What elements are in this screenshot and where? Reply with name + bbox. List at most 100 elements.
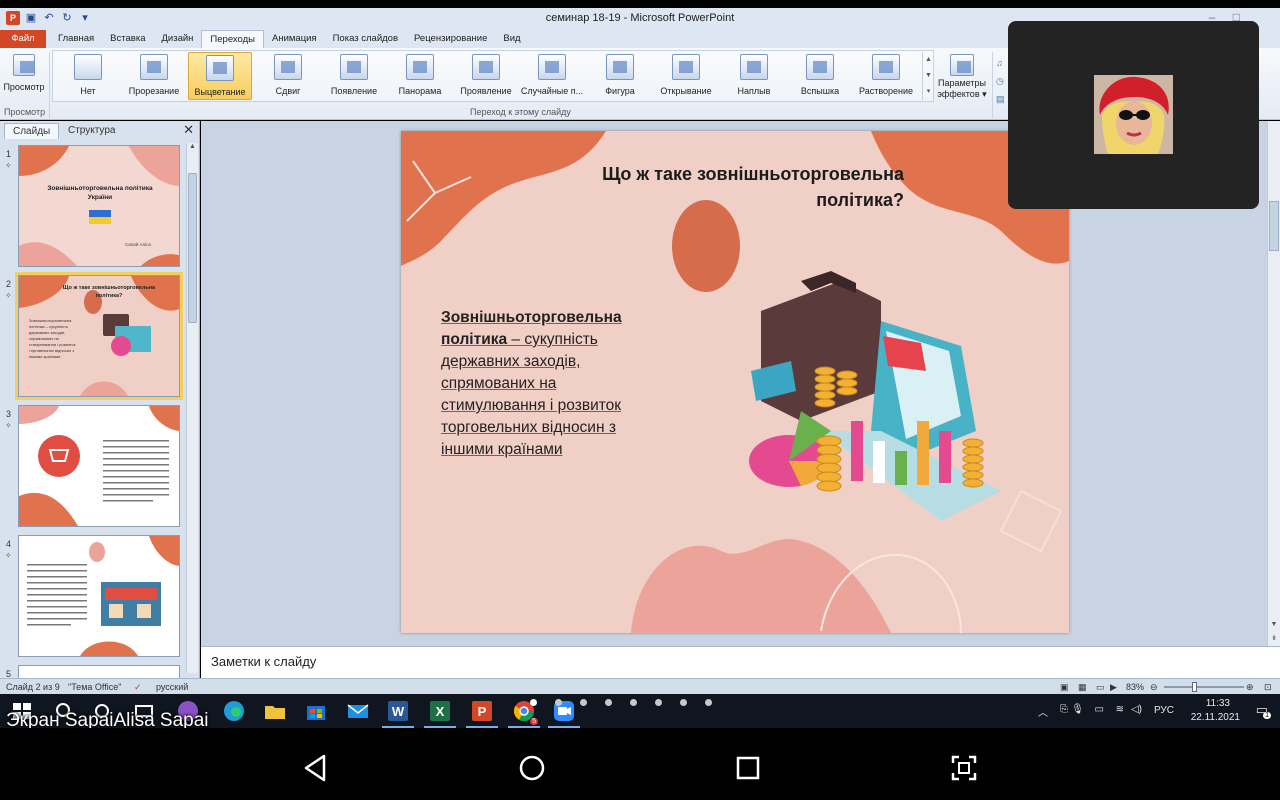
- powerpoint-taskbar-icon[interactable]: P: [466, 699, 498, 728]
- normal-view-icon[interactable]: ▣: [1060, 682, 1069, 693]
- sound-icon[interactable]: ♫: [996, 54, 1005, 72]
- zoom-level[interactable]: 83%: [1126, 682, 1144, 692]
- transition-star-icon: ✧: [5, 291, 12, 300]
- transition-cover[interactable]: Наплыв: [722, 52, 786, 100]
- sorter-view-icon[interactable]: ▦: [1078, 682, 1087, 693]
- clock-time[interactable]: 11:33: [1206, 698, 1230, 709]
- scroll-up-icon[interactable]: ▲: [187, 143, 198, 150]
- tab-outline[interactable]: Структура: [60, 123, 123, 139]
- transition-none-icon: [74, 54, 102, 80]
- zoom-out-icon[interactable]: ⊖: [1150, 682, 1158, 693]
- language-indicator[interactable]: русский: [156, 682, 188, 692]
- slide-body-text[interactable]: Зовнішньоторговельна політика – сукупніс…: [441, 307, 651, 461]
- current-slide[interactable]: Що ж таке зовнішньоторговельна політика?…: [401, 131, 1069, 633]
- close-panel-icon[interactable]: ✕: [183, 122, 194, 138]
- transition-dissolve[interactable]: Растворение: [854, 52, 918, 100]
- transition-pan[interactable]: Панорама: [388, 52, 452, 100]
- recent-apps-icon[interactable]: [728, 748, 768, 788]
- thumb-1-author: Сапай Аліса: [125, 242, 151, 247]
- excel-icon[interactable]: X: [424, 699, 456, 728]
- scroll-thumb[interactable]: [188, 173, 197, 323]
- page-dot[interactable]: [580, 699, 587, 706]
- editor-scrollbar[interactable]: ▼ ⇟: [1267, 121, 1280, 646]
- gallery-down-icon[interactable]: ▼: [923, 68, 934, 84]
- wifi-icon[interactable]: ≋: [1116, 704, 1124, 715]
- page-dot[interactable]: [555, 699, 562, 706]
- editor-scroll-thumb[interactable]: [1269, 201, 1279, 251]
- transition-random-bars[interactable]: Случайные п...: [520, 52, 584, 100]
- fit-to-window-icon[interactable]: ⊡: [1264, 682, 1272, 693]
- back-icon[interactable]: [296, 748, 336, 788]
- slide-number: 2: [6, 279, 12, 289]
- apply-all-icon[interactable]: ▤: [996, 90, 1005, 108]
- slide-title[interactable]: Що ж таке зовнішньоторговельна політика?: [544, 161, 904, 213]
- meet-now-icon[interactable]: ⎘: [1060, 704, 1068, 715]
- mail-icon[interactable]: [346, 699, 370, 723]
- store-icon[interactable]: [304, 699, 328, 723]
- tray-chevron-icon[interactable]: ︿: [1038, 704, 1048, 719]
- next-slide-icon[interactable]: ⇟: [1268, 634, 1280, 642]
- slides-panel-scrollbar[interactable]: ▲: [186, 143, 198, 673]
- transition-uncover[interactable]: Открывание: [654, 52, 718, 100]
- transition-cut[interactable]: Прорезание: [122, 52, 186, 100]
- notes-pane[interactable]: Заметки к слайду: [201, 646, 1280, 678]
- gallery-up-icon[interactable]: ▲: [923, 52, 934, 68]
- clock-date[interactable]: 22.11.2021: [1191, 712, 1240, 723]
- effect-options-button[interactable]: Параметры эффектов ▾: [934, 52, 990, 100]
- tab-view[interactable]: Вид: [495, 30, 528, 48]
- microphone-icon[interactable]: 🎙: [1071, 704, 1084, 715]
- tab-slideshow[interactable]: Показ слайдов: [325, 30, 406, 48]
- zoom-in-icon[interactable]: ⊕: [1246, 682, 1254, 693]
- tab-file[interactable]: Файл: [0, 30, 46, 48]
- tab-insert[interactable]: Вставка: [102, 30, 153, 48]
- file-explorer-icon[interactable]: [263, 699, 287, 723]
- edge-icon[interactable]: [222, 699, 246, 723]
- transition-reveal[interactable]: Проявление: [454, 52, 518, 100]
- transition-none[interactable]: Нет: [56, 52, 120, 100]
- scroll-down-icon[interactable]: ▼: [1268, 621, 1280, 628]
- page-dot[interactable]: [705, 699, 712, 706]
- slide-number: 3: [6, 409, 12, 419]
- slide-thumbnail-5[interactable]: [18, 665, 180, 678]
- transition-push[interactable]: Сдвиг: [256, 52, 320, 100]
- transition-wipe[interactable]: Появление: [322, 52, 386, 100]
- page-dot[interactable]: [655, 699, 662, 706]
- transition-group-label: Переход к этому слайду: [470, 107, 571, 117]
- slideshow-view-icon[interactable]: ▶: [1110, 682, 1117, 693]
- duration-icon[interactable]: ◷: [996, 72, 1005, 90]
- chrome-badge: 5: [530, 718, 538, 725]
- page-dot[interactable]: [530, 699, 537, 706]
- screenshot-icon[interactable]: [944, 748, 984, 788]
- reading-view-icon[interactable]: ▭: [1096, 682, 1105, 693]
- battery-icon[interactable]: ▭: [1095, 704, 1104, 715]
- tab-design[interactable]: Дизайн: [153, 30, 201, 48]
- tab-slides[interactable]: Слайды: [4, 123, 60, 139]
- transition-shape[interactable]: Фигура: [588, 52, 652, 100]
- word-icon[interactable]: W: [382, 699, 414, 728]
- theme-name[interactable]: "Тема Office": [68, 682, 121, 692]
- input-language[interactable]: РУС: [1154, 705, 1174, 716]
- page-dot[interactable]: [680, 699, 687, 706]
- volume-icon[interactable]: ◁): [1131, 704, 1142, 715]
- zoom-slider[interactable]: [1164, 686, 1244, 688]
- slide-thumbnail-3[interactable]: [18, 405, 180, 527]
- preview-button[interactable]: Просмотр: [0, 52, 48, 100]
- slide-thumbnail-1[interactable]: Зовнішньоторговельна політика України Са…: [18, 145, 180, 267]
- transition-flash[interactable]: Вспышка: [788, 52, 852, 100]
- slide-thumbnail-2[interactable]: Що ж таке зовнішньоторговельна політика?…: [15, 272, 183, 400]
- slides-panel: Слайды Структура ✕ 1 ✧ Зовнішньоторговел…: [0, 121, 200, 679]
- tab-home[interactable]: Главная: [50, 30, 102, 48]
- page-dot[interactable]: [630, 699, 637, 706]
- tab-transitions[interactable]: Переходы: [201, 30, 264, 48]
- spellcheck-icon[interactable]: ✓: [134, 682, 142, 693]
- transition-fade[interactable]: Выцветание: [188, 52, 252, 100]
- slide-thumbnail-4[interactable]: [18, 535, 180, 657]
- tab-review[interactable]: Рецензирование: [406, 30, 495, 48]
- home-icon[interactable]: [512, 748, 552, 788]
- zoom-slider-thumb[interactable]: [1192, 682, 1197, 692]
- tab-animation[interactable]: Анимация: [264, 30, 325, 48]
- gallery-scroll[interactable]: ▲ ▼ ▾: [922, 52, 934, 100]
- gallery-more-icon[interactable]: ▾: [923, 84, 934, 100]
- page-dot[interactable]: [605, 699, 612, 706]
- video-thumbnail[interactable]: [1008, 21, 1259, 209]
